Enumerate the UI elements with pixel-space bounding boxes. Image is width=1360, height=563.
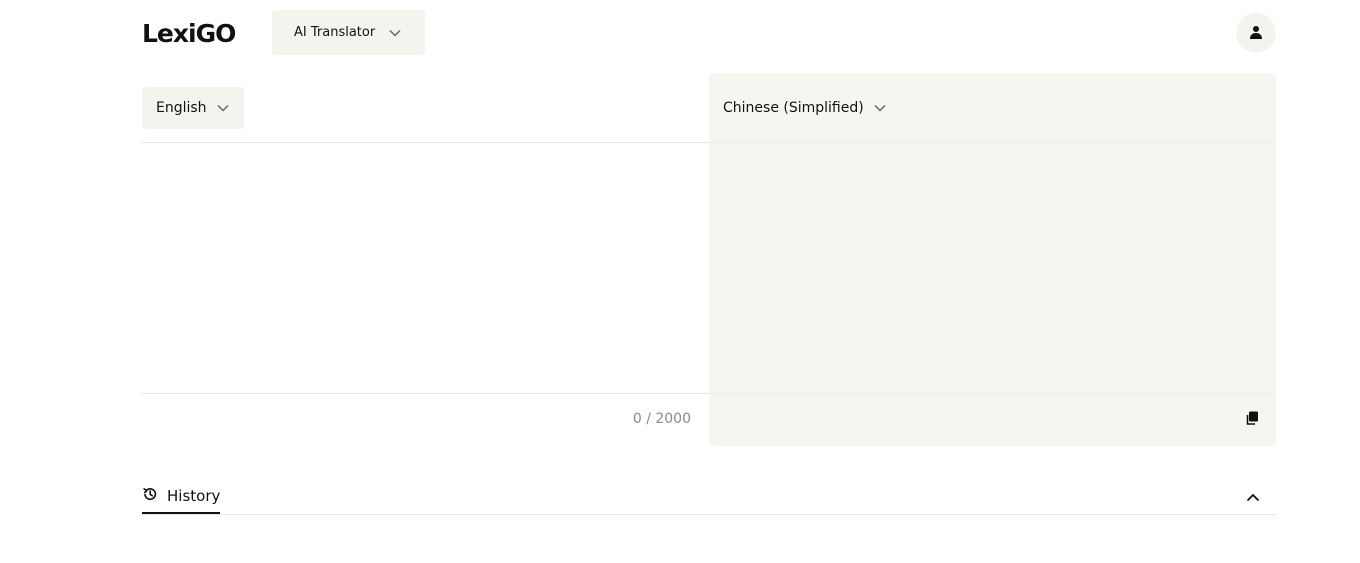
divider	[709, 393, 1276, 394]
source-panel: English 0 / 2000	[142, 73, 709, 446]
character-counter: 0 / 2000	[632, 411, 691, 427]
account-button[interactable]	[1236, 13, 1276, 53]
mode-selector-label: AI Translator	[294, 25, 376, 40]
divider	[142, 393, 709, 394]
history-tab[interactable]: History	[142, 480, 221, 514]
history-label: History	[167, 487, 221, 505]
user-icon	[1249, 24, 1263, 43]
lexigo-logo[interactable]: LexiGO	[142, 19, 236, 48]
history-icon	[142, 486, 158, 506]
history-section: History	[142, 480, 1276, 515]
translator-page: LexiGO AI Translator English 0 / 2000 Ch…	[0, 0, 1360, 563]
history-toggle-button[interactable]	[1244, 488, 1262, 506]
translation-output	[709, 143, 1276, 393]
chevron-down-icon	[874, 104, 886, 112]
chevron-down-icon	[389, 29, 401, 37]
source-language-label: English	[156, 100, 207, 116]
mode-selector[interactable]: AI Translator	[272, 10, 425, 55]
chevron-up-icon	[1246, 493, 1260, 502]
target-panel: Chinese (Simplified)	[709, 73, 1276, 446]
copy-icon	[1245, 411, 1259, 430]
chevron-down-icon	[217, 104, 229, 112]
target-language-selector[interactable]: Chinese (Simplified)	[723, 87, 886, 129]
source-text-input[interactable]	[142, 143, 709, 393]
target-language-label: Chinese (Simplified)	[723, 100, 864, 116]
source-language-selector[interactable]: English	[142, 87, 244, 129]
copy-button[interactable]	[1243, 411, 1261, 429]
